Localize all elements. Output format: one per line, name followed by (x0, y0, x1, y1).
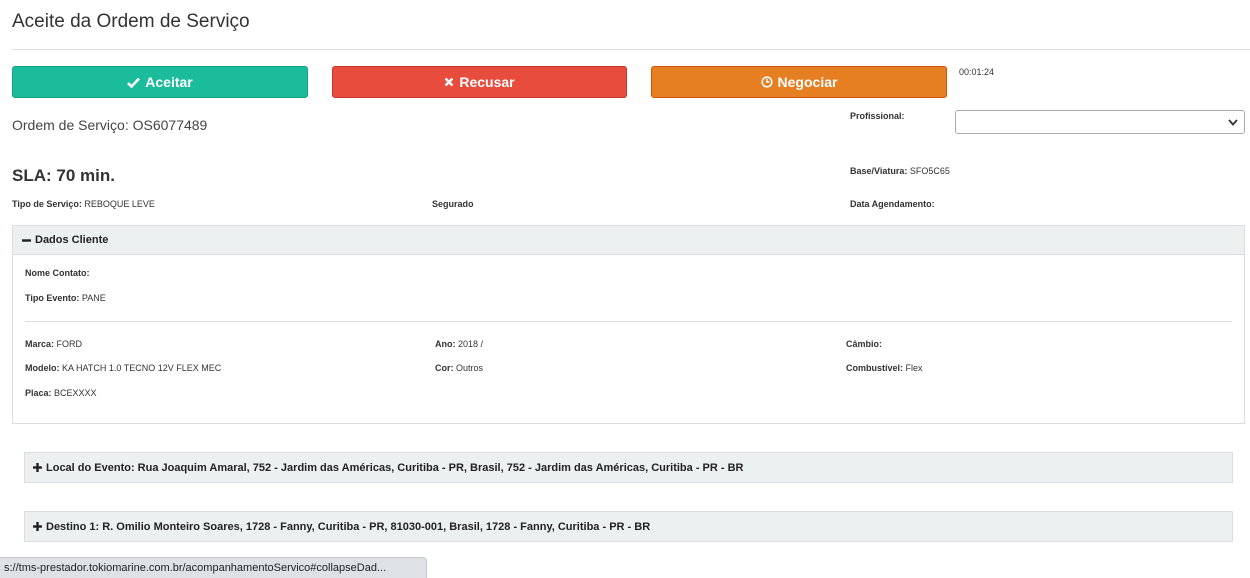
tipo-servico: Tipo de Serviço: REBOQUE LEVE (12, 199, 155, 209)
minus-icon (22, 236, 31, 245)
modelo-label: Modelo: (25, 363, 60, 373)
profissional-select[interactable] (955, 110, 1245, 134)
cor-label: Cor: (435, 363, 454, 373)
accept-button-label: Aceitar (145, 74, 193, 90)
marca-label: Marca: (25, 339, 55, 349)
segurado-label: Segurado (432, 199, 474, 209)
clock-icon (760, 76, 773, 88)
combustivel-label: Combustível: (846, 363, 904, 373)
dados-cliente-panel: Dados Cliente Nome Contato: Tipo Evento:… (12, 225, 1245, 424)
accept-button[interactable]: Aceitar (12, 66, 308, 98)
nome-contato-label: Nome Contato: (25, 268, 90, 278)
title-divider (12, 49, 1250, 50)
page-title: Aceite da Ordem de Serviço (12, 11, 250, 32)
negotiate-button[interactable]: Negociar (651, 66, 947, 98)
profissional-label: Profissional: (850, 111, 905, 121)
plus-icon (33, 522, 42, 531)
section-divider (25, 321, 1232, 322)
destino-text: Destino 1: R. Omilio Monteiro Soares, 17… (46, 520, 651, 533)
combustivel-value: Flex (905, 363, 923, 373)
cor-value: Outros (456, 363, 484, 373)
data-agendamento-label: Data Agendamento: (850, 199, 935, 209)
local-evento-text: Local do Evento: Rua Joaquim Amaral, 752… (46, 461, 744, 474)
ano: Ano: 2018 / (435, 339, 483, 349)
base-viatura: Base/Viatura: SFO5C65 (850, 166, 950, 176)
marca-value: FORD (56, 339, 83, 349)
base-viatura-value: SFO5C65 (909, 166, 950, 176)
ano-value: 2018 / (458, 339, 484, 349)
cambio: Câmbio: (846, 339, 882, 349)
ano-label: Ano: (435, 339, 456, 349)
plus-icon (33, 463, 42, 472)
tipo-servico-label: Tipo de Serviço: (12, 199, 82, 209)
cambio-label: Câmbio: (846, 339, 882, 349)
order-number-label: Ordem de Serviço: (12, 117, 129, 133)
placa-label: Placa: (25, 388, 52, 398)
placa-value: BCEXXXX (54, 388, 97, 398)
nome-contato: Nome Contato: (25, 268, 90, 278)
countdown-timer: 00:01:24 (959, 67, 995, 77)
marca: Marca: FORD (25, 339, 82, 349)
refuse-button[interactable]: Recusar (332, 66, 627, 98)
chevron-down-icon (1228, 118, 1238, 126)
check-icon (127, 77, 141, 88)
times-icon (444, 77, 454, 87)
dados-cliente-header[interactable]: Dados Cliente (13, 226, 1244, 255)
order-number: Ordem de Serviço: OS6077489 (12, 117, 207, 133)
modelo-value: KA HATCH 1.0 TECNO 12V FLEX MEC (62, 363, 222, 373)
local-evento-panel-header[interactable]: Local do Evento: Rua Joaquim Amaral, 752… (24, 452, 1233, 483)
modelo: Modelo: KA HATCH 1.0 TECNO 12V FLEX MEC (25, 363, 221, 373)
browser-status-url: s://tms-prestador.tokiomarine.com.br/aco… (0, 557, 427, 578)
placa: Placa: BCEXXXX (25, 388, 97, 398)
negotiate-button-label: Negociar (777, 74, 838, 90)
base-viatura-label: Base/Viatura: (850, 166, 908, 176)
sla-text: SLA: 70 min. (12, 166, 115, 185)
refuse-button-label: Recusar (459, 74, 515, 90)
tipo-evento-value: PANE (81, 293, 106, 303)
tipo-evento-label: Tipo Evento: (25, 293, 80, 303)
tipo-evento: Tipo Evento: PANE (25, 293, 106, 303)
tipo-servico-value: REBOQUE LEVE (84, 199, 155, 209)
combustivel: Combustível: Flex (846, 363, 923, 373)
cor: Cor: Outros (435, 363, 483, 373)
destino-panel-header[interactable]: Destino 1: R. Omilio Monteiro Soares, 17… (24, 511, 1233, 542)
dados-cliente-title: Dados Cliente (35, 234, 109, 246)
order-number-value: OS6077489 (132, 117, 208, 133)
